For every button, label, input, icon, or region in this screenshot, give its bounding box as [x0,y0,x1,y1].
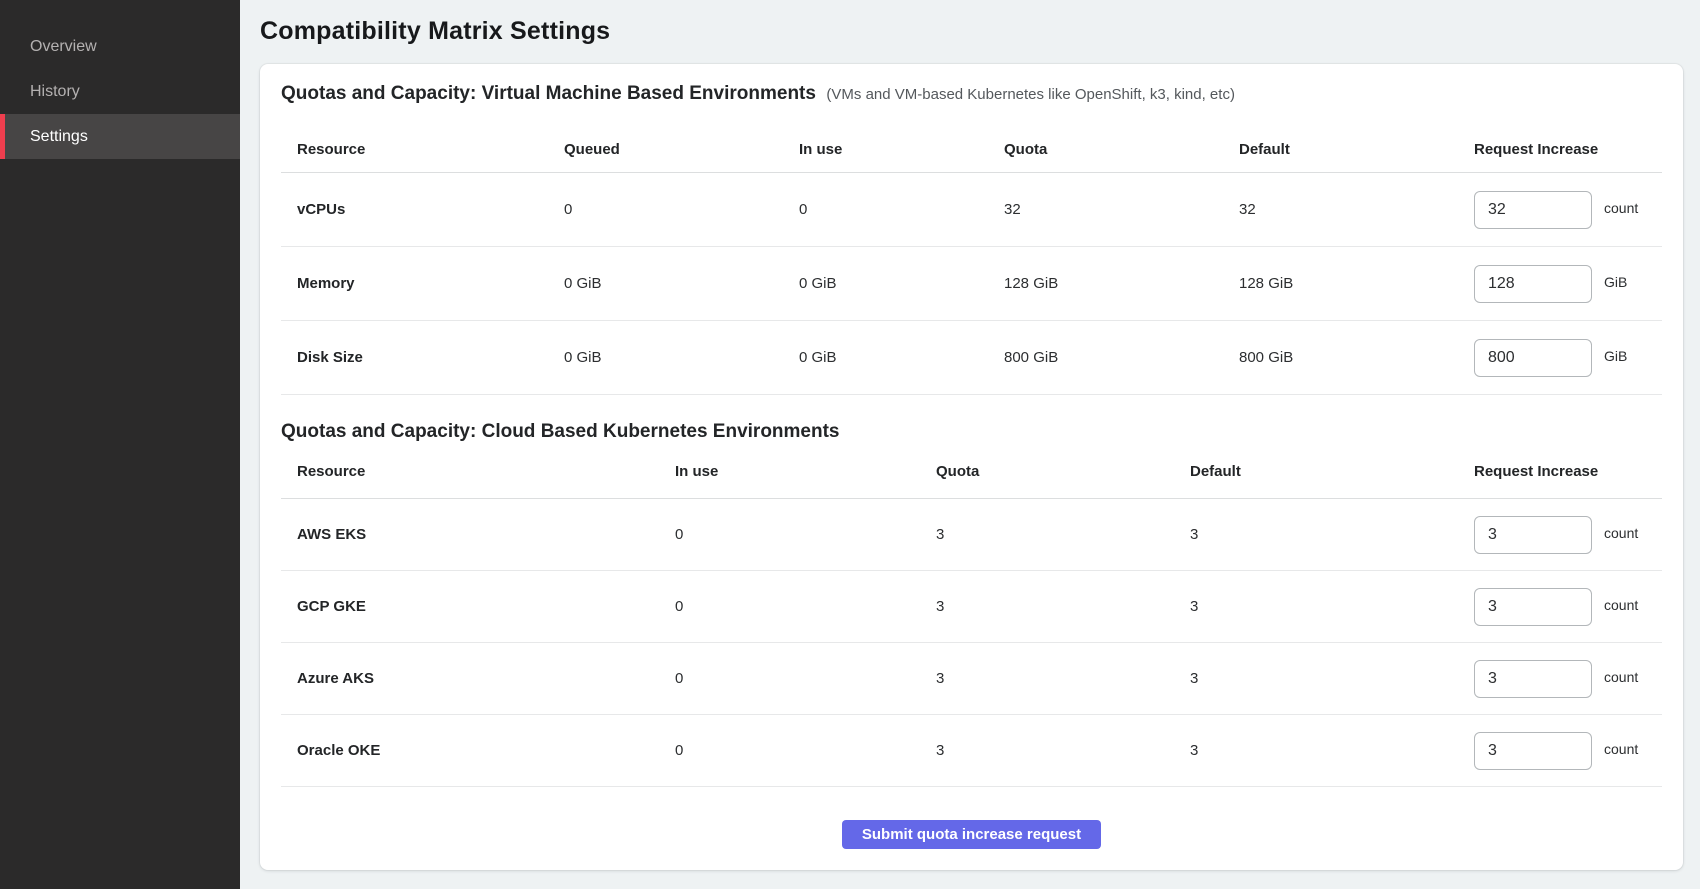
request-increase-cell: count [1474,191,1662,229]
quota-value: 3 [936,526,1190,543]
request-increase-cell: GiB [1474,265,1662,303]
resource-label: Memory [281,275,564,292]
cloud-section-heading: Quotas and Capacity: Cloud Based Kuberne… [281,420,1662,444]
quota-value: 3 [936,742,1190,759]
vm-section-title: Quotas and Capacity: Virtual Machine Bas… [281,83,816,104]
column-header-resource: Resource [281,141,564,158]
default-value: 128 GiB [1239,275,1474,292]
cloud-table-header: Resource In use Quota Default Request In… [281,444,1662,499]
request-increase-cell: count [1474,588,1662,626]
column-header-quota: Quota [936,463,1190,480]
request-increase-cell: count [1474,660,1662,698]
resource-label: Disk Size [281,349,564,366]
default-value: 3 [1190,670,1474,687]
resource-label: AWS EKS [281,526,675,543]
request-increase-cell: count [1474,516,1662,554]
sidebar-item-overview[interactable]: Overview [0,24,240,69]
request-increase-cell: count [1474,732,1662,770]
unit-label: count [1604,741,1638,757]
default-value: 3 [1190,742,1474,759]
column-header-request-increase: Request Increase [1474,463,1662,480]
default-value: 32 [1239,201,1474,218]
column-header-default: Default [1239,141,1474,158]
quota-value: 800 GiB [1004,349,1239,366]
submit-quota-increase-button[interactable]: Submit quota increase request [842,820,1101,849]
vm-section-heading: Quotas and Capacity: Virtual Machine Bas… [281,82,1662,106]
table-row-gcp-gke: GCP GKE 0 3 3 count [281,571,1662,643]
main-content: Compatibility Matrix Settings Quotas and… [240,0,1700,889]
in-use-value: 0 [675,670,936,687]
resource-label: vCPUs [281,201,564,218]
vcpus-request-input[interactable] [1474,191,1592,229]
queued-value: 0 [564,201,799,218]
vm-section-subtitle: (VMs and VM-based Kubernetes like OpenSh… [826,86,1235,103]
in-use-value: 0 [675,742,936,759]
in-use-value: 0 [799,201,1004,218]
default-value: 3 [1190,526,1474,543]
submit-button-row: Submit quota increase request [281,820,1662,849]
table-row-aws-eks: AWS EKS 0 3 3 count [281,499,1662,571]
table-row-vcpus: vCPUs 0 0 32 32 count [281,173,1662,247]
table-row-memory: Memory 0 GiB 0 GiB 128 GiB 128 GiB GiB [281,247,1662,321]
queued-value: 0 GiB [564,275,799,292]
unit-label: GiB [1604,274,1627,290]
unit-label: GiB [1604,348,1627,364]
resource-label: Azure AKS [281,670,675,687]
unit-label: count [1604,669,1638,685]
column-header-request-increase: Request Increase [1474,141,1662,158]
page-title: Compatibility Matrix Settings [260,16,1683,46]
default-value: 800 GiB [1239,349,1474,366]
in-use-value: 0 [675,598,936,615]
sidebar-item-settings[interactable]: Settings [0,114,240,159]
column-header-queued: Queued [564,141,799,158]
in-use-value: 0 GiB [799,275,1004,292]
queued-value: 0 GiB [564,349,799,366]
vm-table-header: Resource Queued In use Quota Default Req… [281,127,1662,173]
table-row-oracle-oke: Oracle OKE 0 3 3 count [281,715,1662,787]
quota-value: 128 GiB [1004,275,1239,292]
disk-size-request-input[interactable] [1474,339,1592,377]
quota-value: 32 [1004,201,1239,218]
app-window: Overview History Settings Compatibility … [0,0,1700,889]
azure-aks-request-input[interactable] [1474,660,1592,698]
memory-request-input[interactable] [1474,265,1592,303]
gcp-gke-request-input[interactable] [1474,588,1592,626]
sidebar: Overview History Settings [0,0,240,889]
default-value: 3 [1190,598,1474,615]
quota-value: 3 [936,670,1190,687]
table-row-azure-aks: Azure AKS 0 3 3 count [281,643,1662,715]
column-header-resource: Resource [281,463,675,480]
column-header-default: Default [1190,463,1474,480]
cloud-section-title: Quotas and Capacity: Cloud Based Kuberne… [281,421,840,442]
unit-label: count [1604,200,1638,216]
unit-label: count [1604,525,1638,541]
table-row-disk-size: Disk Size 0 GiB 0 GiB 800 GiB 800 GiB Gi… [281,321,1662,395]
quota-settings-card: Quotas and Capacity: Virtual Machine Bas… [260,64,1683,870]
resource-label: GCP GKE [281,598,675,615]
column-header-quota: Quota [1004,141,1239,158]
request-increase-cell: GiB [1474,339,1662,377]
quota-value: 3 [936,598,1190,615]
in-use-value: 0 GiB [799,349,1004,366]
column-header-in-use: In use [799,141,1004,158]
resource-label: Oracle OKE [281,742,675,759]
sidebar-item-history[interactable]: History [0,69,240,114]
unit-label: count [1604,597,1638,613]
oracle-oke-request-input[interactable] [1474,732,1592,770]
column-header-in-use: In use [675,463,936,480]
aws-eks-request-input[interactable] [1474,516,1592,554]
in-use-value: 0 [675,526,936,543]
